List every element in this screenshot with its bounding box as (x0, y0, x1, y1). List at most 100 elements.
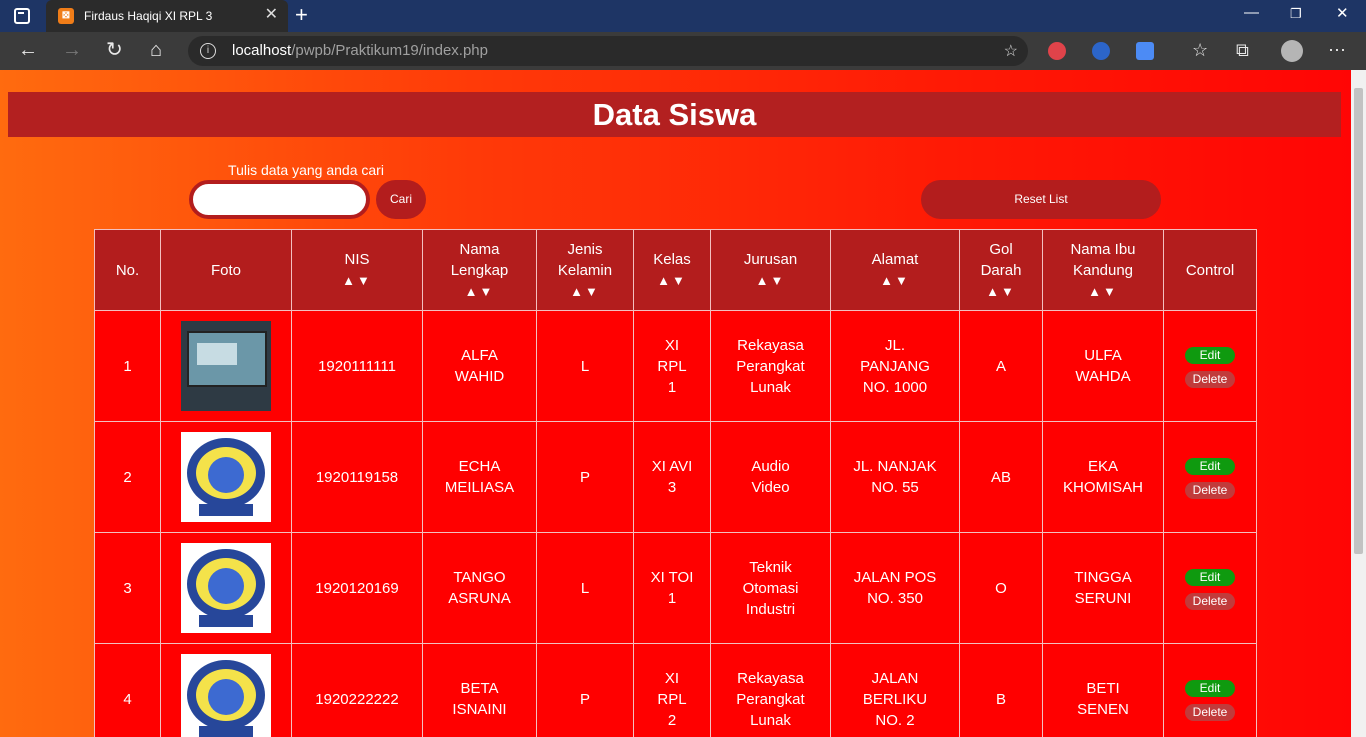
sort-arrows-icon[interactable]: ▲▼ (638, 270, 706, 291)
cell-foto (160, 310, 292, 422)
cell-nis: 1920120169 (291, 532, 423, 644)
cell-no: 1 (94, 310, 161, 422)
sort-arrows-icon[interactable]: ▲▼ (835, 270, 955, 291)
new-tab-icon[interactable]: + (295, 3, 308, 27)
delete-button[interactable]: Delete (1185, 481, 1235, 499)
xampp-favicon-icon: ⊠ (58, 8, 74, 24)
search-button[interactable]: Cari (376, 180, 426, 219)
vertical-scrollbar[interactable] (1351, 70, 1366, 737)
forward-icon[interactable]: → (62, 40, 82, 60)
cell-alamat: JALAN BERLIKU NO. 2 (830, 643, 960, 737)
sort-arrows-icon[interactable]: ▲▼ (427, 281, 532, 302)
cell-no: 3 (94, 532, 161, 644)
cell-ibu: TINGGA SERUNI (1042, 532, 1164, 644)
cell-nis: 1920222222 (291, 643, 423, 737)
header-kelas: Kelas ▲▼ (633, 229, 711, 311)
cell-jk: P (536, 421, 634, 533)
delete-button[interactable]: Delete (1185, 592, 1235, 610)
table-header-row: No. Foto NIS ▲▼ Nama Lengkap ▲▼ Jenis Kela… (94, 229, 1257, 311)
school-logo-photo (181, 543, 271, 633)
restore-icon[interactable]: ❐ (1290, 6, 1302, 22)
search-input[interactable] (189, 180, 370, 219)
reload-icon[interactable]: ↻ (106, 40, 123, 60)
page-content: Data Siswa Tulis data yang anda cari Car… (0, 70, 1351, 737)
cell-nama: ALFA WAHID (422, 310, 537, 422)
cell-gol: AB (959, 421, 1043, 533)
cell-alamat: JL. NANJAK NO. 55 (830, 421, 960, 533)
school-logo-photo (181, 432, 271, 522)
edit-button[interactable]: Edit (1185, 346, 1235, 364)
site-info-icon[interactable]: i (200, 43, 216, 59)
header-foto: Foto (160, 229, 292, 311)
edit-button[interactable]: Edit (1185, 457, 1235, 475)
profile-avatar[interactable] (1281, 40, 1303, 62)
cell-alamat: JL. PANJANG NO. 1000 (830, 310, 960, 422)
extension-icon[interactable] (1092, 42, 1110, 60)
cell-nama: TANGO ASRUNA (422, 532, 537, 644)
cell-kelas: XI AVI 3 (633, 421, 711, 533)
collections-icon[interactable]: ⧉ (1236, 40, 1249, 60)
sort-arrows-icon[interactable]: ▲▼ (296, 270, 418, 291)
cell-foto (160, 532, 292, 644)
home-icon[interactable]: ⌂ (150, 40, 162, 60)
cell-kelas: XI RPL 2 (633, 643, 711, 737)
header-alamat: Alamat ▲▼ (830, 229, 960, 311)
cell-gol: O (959, 532, 1043, 644)
header-jk: Jenis Kelamin ▲▼ (536, 229, 634, 311)
table-row: 2 1920119158 ECHA MEILIASA P XI AVI 3 Au… (94, 421, 1257, 533)
reset-list-button[interactable]: Reset List (921, 180, 1161, 219)
cell-alamat: JALAN POS NO. 350 (830, 532, 960, 644)
table-row: 3 1920120169 TANGO ASRUNA L XI TOI 1 Tek… (94, 532, 1257, 644)
cell-jurusan: Rekayasa Perangkat Lunak (710, 643, 831, 737)
cell-nis: 1920111111 (291, 310, 423, 422)
cell-jurusan: Rekayasa Perangkat Lunak (710, 310, 831, 422)
scrollbar-thumb[interactable] (1354, 88, 1363, 554)
sort-arrows-icon[interactable]: ▲▼ (715, 270, 826, 291)
extension-icon[interactable] (1048, 42, 1066, 60)
translate-icon[interactable] (1136, 42, 1154, 60)
cell-jk: L (536, 532, 634, 644)
favorites-icon[interactable]: ☆ (1192, 40, 1208, 60)
cell-no: 2 (94, 421, 161, 533)
cell-nama: BETA ISNAINI (422, 643, 537, 737)
sort-arrows-icon[interactable]: ▲▼ (1047, 281, 1159, 302)
cell-control: Edit Delete (1163, 421, 1257, 533)
browser-tab[interactable]: ⊠ Firdaus Haqiqi XI RPL 3 ✕ (46, 0, 288, 32)
student-photo (181, 321, 271, 411)
add-favorite-icon[interactable]: ☆ (1004, 41, 1018, 61)
title-bar: ⊠ Firdaus Haqiqi XI RPL 3 ✕ + — ❐ ✕ (0, 0, 1366, 32)
header-nama: Nama Lengkap ▲▼ (422, 229, 537, 311)
menu-icon[interactable]: ⋯ (1328, 40, 1346, 60)
cell-gol: A (959, 310, 1043, 422)
back-icon[interactable]: ← (18, 40, 38, 60)
tab-title: Firdaus Haqiqi XI RPL 3 (84, 9, 213, 23)
cell-ibu: BETI SENEN (1042, 643, 1164, 737)
minimize-icon[interactable]: — (1244, 4, 1259, 21)
cell-ibu: EKA KHOMISAH (1042, 421, 1164, 533)
table-row: 4 1920222222 BETA ISNAINI P XI RPL 2 Rek… (94, 643, 1257, 737)
close-tab-icon[interactable]: ✕ (265, 6, 278, 24)
cell-foto (160, 421, 292, 533)
cell-nis: 1920119158 (291, 421, 423, 533)
address-bar[interactable]: i localhost/pwpb/Praktikum19/index.php ☆ (188, 36, 1028, 66)
tab-actions-icon[interactable] (14, 8, 30, 24)
url-text[interactable]: localhost/pwpb/Praktikum19/index.php (232, 42, 488, 59)
cell-control: Edit Delete (1163, 310, 1257, 422)
cell-jurusan: Audio Video (710, 421, 831, 533)
cell-jk: L (536, 310, 634, 422)
cell-jurusan: Teknik Otomasi Industri (710, 532, 831, 644)
browser-toolbar: ← → ↻ ⌂ i localhost/pwpb/Praktikum19/ind… (0, 32, 1366, 70)
page-title: Data Siswa (8, 92, 1341, 137)
school-logo-photo (181, 654, 271, 737)
sort-arrows-icon[interactable]: ▲▼ (964, 281, 1038, 302)
cell-kelas: XI RPL 1 (633, 310, 711, 422)
cell-foto (160, 643, 292, 737)
edit-button[interactable]: Edit (1185, 679, 1235, 697)
sort-arrows-icon[interactable]: ▲▼ (541, 281, 629, 302)
close-window-icon[interactable]: ✕ (1336, 4, 1349, 22)
delete-button[interactable]: Delete (1185, 370, 1235, 388)
edit-button[interactable]: Edit (1185, 568, 1235, 586)
table-row: 1 1920111111 ALFA WAHID L XI RPL 1 Rekay… (94, 310, 1257, 422)
cell-control: Edit Delete (1163, 643, 1257, 737)
delete-button[interactable]: Delete (1185, 703, 1235, 721)
